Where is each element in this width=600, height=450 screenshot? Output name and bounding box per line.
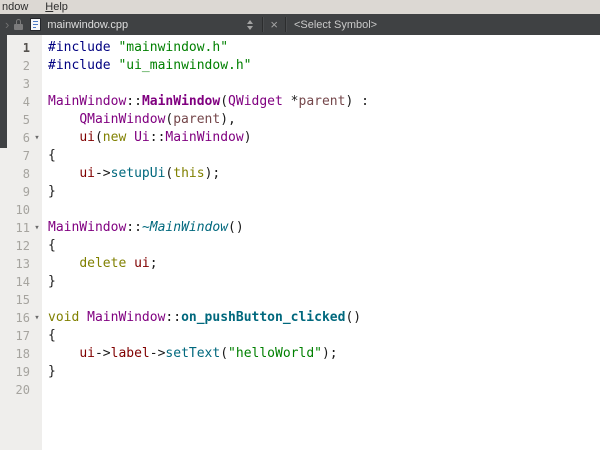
fold-column — [30, 93, 44, 111]
separator — [262, 17, 263, 32]
code-line[interactable]: 9} — [0, 183, 600, 201]
line-number: 9 — [0, 183, 30, 201]
line-number: 4 — [0, 93, 30, 111]
fold-column — [30, 291, 44, 309]
code-line[interactable]: 17 { — [0, 327, 600, 345]
code-line[interactable]: 5 QMainWindow(parent), — [0, 111, 600, 129]
code-line[interactable]: 4 MainWindow::MainWindow(QWidget *parent)… — [0, 93, 600, 111]
code-text: #include "ui_mainwindow.h" — [44, 57, 252, 75]
code-text: void MainWindow::on_pushButton_clicked() — [44, 309, 361, 327]
line-number: 2 — [0, 57, 30, 75]
line-number: 12 — [0, 237, 30, 255]
code-text: } — [44, 273, 56, 291]
code-line[interactable]: 8 ui->setupUi(this); — [0, 165, 600, 183]
symbol-selector-dropdown[interactable]: <Select Symbol> — [291, 19, 377, 31]
fold-column — [30, 147, 44, 165]
code-line[interactable]: 14} — [0, 273, 600, 291]
code-text — [44, 381, 48, 399]
fold-marker-icon[interactable]: ▾ — [30, 129, 44, 147]
fold-column — [30, 75, 44, 93]
line-number: 5 — [0, 111, 30, 129]
line-number: 17 — [0, 327, 30, 345]
code-text: ui->setupUi(this); — [44, 165, 220, 183]
line-number: 7 — [0, 147, 30, 165]
line-number: 18 — [0, 345, 30, 363]
code-line[interactable]: 20 — [0, 381, 600, 399]
code-text: { — [44, 147, 56, 165]
fold-column — [30, 273, 44, 291]
line-number: 11 — [0, 219, 30, 237]
code-text: ui(new Ui::MainWindow) — [44, 129, 252, 147]
fold-marker-icon[interactable]: ▾ — [30, 309, 44, 327]
fold-column — [30, 327, 44, 345]
code-text: { — [44, 237, 56, 255]
document-updown-icon[interactable] — [243, 20, 257, 30]
menu-item-help[interactable]: Help — [45, 1, 68, 14]
code-text: } — [44, 183, 56, 201]
line-number: 1 — [0, 39, 30, 57]
code-line[interactable]: 7{ — [0, 147, 600, 165]
fold-column — [30, 39, 44, 57]
code-line[interactable]: 13 delete ui; — [0, 255, 600, 273]
code-line[interactable]: 18 ui->label->setText("helloWorld"); — [0, 345, 600, 363]
fold-column — [30, 183, 44, 201]
fold-column — [30, 201, 44, 219]
line-number: 6 — [0, 129, 30, 147]
code-text: QMainWindow(parent), — [44, 111, 236, 129]
fold-column — [30, 237, 44, 255]
code-text: ui->label->setText("helloWorld"); — [44, 345, 338, 363]
code-line[interactable]: 1 #include "mainwindow.h" — [0, 39, 600, 57]
code-line[interactable]: 6▾ ui(new Ui::MainWindow) — [0, 129, 600, 147]
code-line[interactable]: 3 — [0, 75, 600, 93]
fold-column — [30, 381, 44, 399]
editor-tab-bar: › mainwindow.cpp × <Select Symbol> — [0, 14, 600, 35]
line-number: 19 — [0, 363, 30, 381]
close-icon[interactable]: × — [268, 15, 280, 34]
code-text: delete ui; — [44, 255, 158, 273]
line-number: 16 — [0, 309, 30, 327]
code-lines: 1 #include "mainwindow.h" 2 #include "ui_ma… — [0, 39, 600, 399]
code-text: MainWindow::MainWindow(QWidget *parent) … — [44, 93, 369, 111]
menu-bar: ndow Help — [0, 0, 600, 14]
line-number: 10 — [0, 201, 30, 219]
nav-forward-chevron-icon[interactable]: › — [5, 15, 9, 35]
code-line[interactable]: 15 — [0, 291, 600, 309]
lock-icon — [14, 19, 23, 30]
fold-column — [30, 111, 44, 129]
line-number: 14 — [0, 273, 30, 291]
fold-column — [30, 165, 44, 183]
line-number: 13 — [0, 255, 30, 273]
line-number: 20 — [0, 381, 30, 399]
cpp-file-icon — [30, 18, 41, 31]
menu-item-ndow[interactable]: ndow — [2, 1, 28, 14]
code-text — [44, 291, 48, 309]
code-text: MainWindow::~MainWindow() — [44, 219, 244, 237]
separator — [285, 17, 286, 32]
fold-column — [30, 255, 44, 273]
code-line[interactable]: 16▾void MainWindow::on_pushButton_clicke… — [0, 309, 600, 327]
code-text — [44, 75, 48, 93]
code-text: { — [44, 327, 56, 345]
code-line[interactable]: 19} — [0, 363, 600, 381]
fold-column — [30, 57, 44, 75]
code-line[interactable]: 11▾MainWindow::~MainWindow() — [0, 219, 600, 237]
code-text — [44, 201, 48, 219]
code-line[interactable]: 10 — [0, 201, 600, 219]
fold-column — [30, 345, 44, 363]
code-line[interactable]: 12 { — [0, 237, 600, 255]
code-line[interactable]: 2 #include "ui_mainwindow.h" — [0, 57, 600, 75]
line-number: 3 — [0, 75, 30, 93]
fold-marker-icon[interactable]: ▾ — [30, 219, 44, 237]
code-text: #include "mainwindow.h" — [44, 39, 228, 57]
code-text: } — [44, 363, 56, 381]
code-editor[interactable]: 1 #include "mainwindow.h" 2 #include "ui_ma… — [0, 35, 600, 450]
fold-column — [30, 363, 44, 381]
line-number: 15 — [0, 291, 30, 309]
line-number: 8 — [0, 165, 30, 183]
open-file-tab[interactable]: mainwindow.cpp — [47, 19, 243, 31]
